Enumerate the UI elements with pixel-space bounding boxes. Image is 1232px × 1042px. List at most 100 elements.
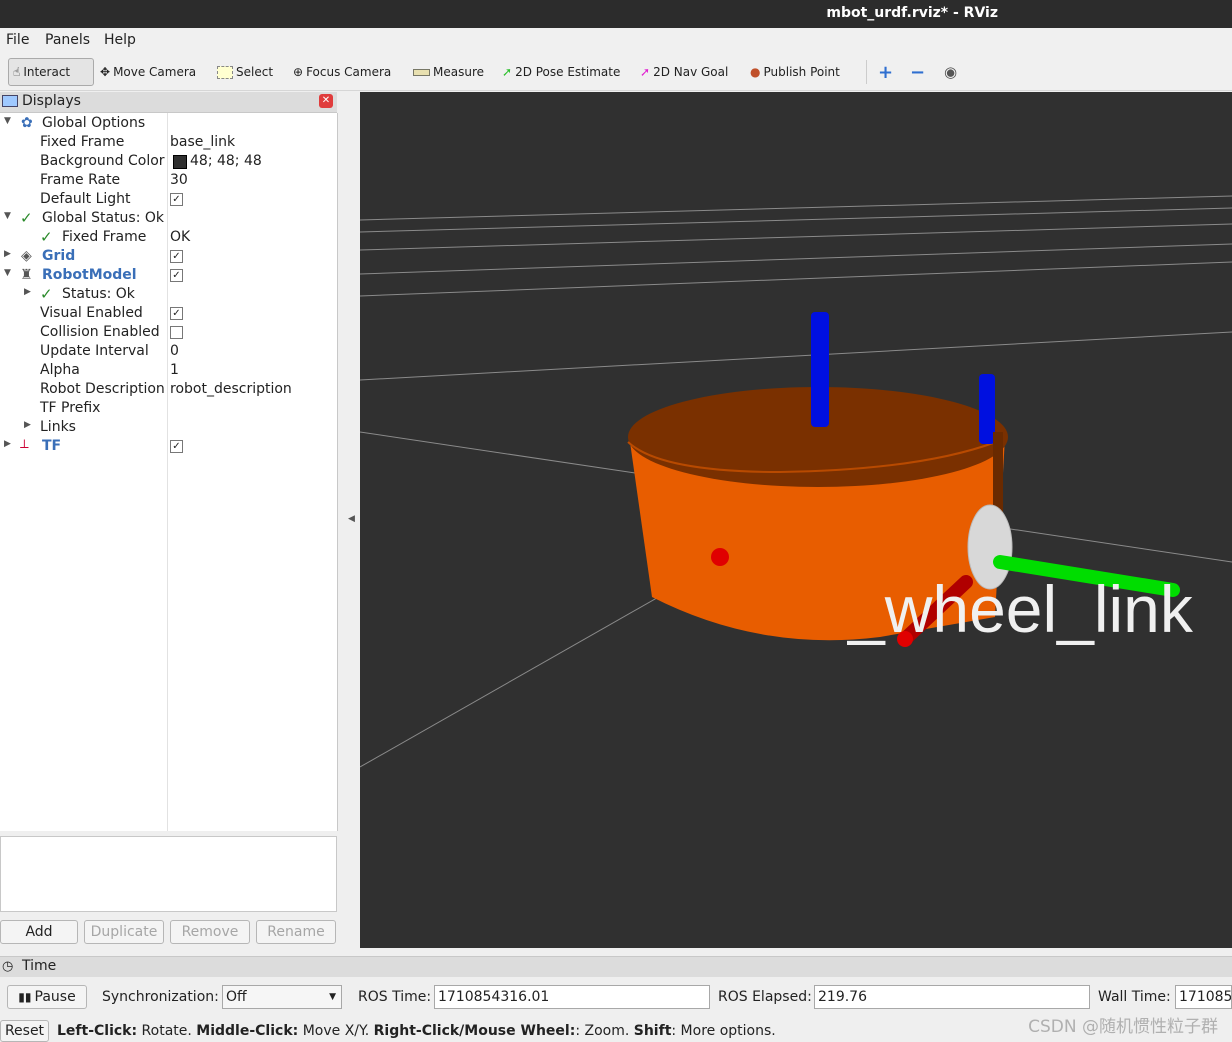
window-title: mbot_urdf.rviz* - RViz [826, 5, 998, 21]
axes-icon: ⟂ [20, 437, 29, 452]
tree-row-default-light[interactable]: Default Light ✓ [0, 191, 337, 210]
tool-label: Focus Camera [306, 65, 392, 79]
focus-camera-tool-button[interactable]: ⊕ Focus Camera [289, 58, 395, 86]
tree-row-value: OK [170, 229, 191, 245]
collapse-arrow-icon[interactable]: ▼ [4, 116, 11, 126]
tree-row-links[interactable]: ▶ Links [0, 419, 337, 438]
menu-help[interactable]: Help [104, 32, 136, 48]
plus-icon[interactable]: + [874, 58, 897, 86]
tree-row-visual-enabled[interactable]: Visual Enabled ✓ [0, 305, 337, 324]
add-button[interactable]: Add [0, 920, 78, 944]
render-viewport[interactable]: _wheel_link [360, 92, 1232, 948]
pose-estimate-tool-button[interactable]: ➚ 2D Pose Estimate [498, 58, 624, 86]
nav-goal-tool-button[interactable]: ➚ 2D Nav Goal [636, 58, 732, 86]
column-divider[interactable] [167, 113, 168, 831]
tree-row-value[interactable]: 0 [170, 343, 179, 359]
tree-row-label: TF [42, 438, 62, 454]
tool-label: Measure [433, 65, 484, 79]
panel-splitter[interactable]: ◀ [338, 92, 360, 948]
check-icon: ✓ [40, 228, 53, 246]
displays-tree: ▼ ✿ Global Options Fixed Frame base_link… [0, 113, 338, 831]
time-panel-header: ◷ Time [0, 956, 1232, 977]
ros-time-field[interactable]: 1710854316.01 [434, 985, 710, 1009]
ros-elapsed-field[interactable]: 219.76 [814, 985, 1090, 1009]
splitter-arrow-icon[interactable]: ◀ [348, 514, 355, 524]
tree-row-alpha[interactable]: Alpha 1 [0, 362, 337, 381]
publish-point-tool-button[interactable]: ● Publish Point [746, 58, 844, 86]
wall-time-field[interactable]: 1710854 [1175, 985, 1232, 1009]
tree-row-update-interval[interactable]: Update Interval 0 [0, 343, 337, 362]
z-axis-bar [979, 374, 995, 444]
move-camera-tool-button[interactable]: ✥ Move Camera [96, 58, 200, 86]
tree-row-value[interactable]: 48; 48; 48 [190, 153, 262, 169]
sync-select[interactable]: Off ▼ [222, 985, 342, 1009]
tree-row-robot-description[interactable]: Robot Description robot_description [0, 381, 337, 400]
pause-label: Pause [34, 989, 76, 1005]
tree-row-label: RobotModel [42, 267, 137, 283]
expand-arrow-icon[interactable]: ▶ [4, 249, 11, 259]
gear-icon: ✿ [21, 115, 33, 131]
measure-tool-button[interactable]: Measure [409, 58, 488, 86]
pause-button[interactable]: ▮▮ Pause [7, 985, 87, 1009]
link-label: _wheel_link [847, 572, 1194, 646]
collision-enabled-checkbox[interactable] [170, 326, 183, 339]
tree-row-label: TF Prefix [40, 400, 101, 416]
window-titlebar: mbot_urdf.rviz* - RViz [0, 0, 1232, 28]
tree-row-value[interactable]: 1 [170, 362, 179, 378]
expand-arrow-icon[interactable]: ▶ [4, 439, 11, 449]
tree-row-global-options[interactable]: ▼ ✿ Global Options [0, 115, 337, 134]
tree-row-label: Grid [42, 248, 76, 264]
scene-svg: _wheel_link [360, 195, 1232, 768]
select-tool-button[interactable]: Select [213, 58, 277, 86]
tool-label: Select [236, 65, 274, 79]
robot-icon: ♜ [20, 267, 33, 283]
rename-button[interactable]: Rename [256, 920, 336, 944]
eye-icon[interactable]: ◉ [940, 58, 961, 86]
duplicate-button[interactable]: Duplicate [84, 920, 164, 944]
hint-text: : Zoom. [575, 1023, 634, 1039]
tree-row-label: Update Interval [40, 343, 149, 359]
grid-checkbox[interactable]: ✓ [170, 250, 183, 263]
tf-checkbox[interactable]: ✓ [170, 440, 183, 453]
tree-row-robotmodel[interactable]: ▼ ♜ RobotModel ✓ [0, 267, 337, 286]
default-light-checkbox[interactable]: ✓ [170, 193, 183, 206]
ros-elapsed-label: ROS Elapsed: [718, 989, 812, 1005]
tree-row-robot-status[interactable]: ▶ ✓ Status: Ok [0, 285, 337, 305]
reset-button[interactable]: Reset [0, 1020, 49, 1042]
tree-row-global-status[interactable]: ▼ ✓ Global Status: Ok [0, 209, 337, 229]
tree-row-fixed-frame-status[interactable]: ✓ Fixed Frame OK [0, 228, 337, 248]
tree-row-frame-rate[interactable]: Frame Rate 30 [0, 172, 337, 191]
tree-row-label: Robot Description [40, 381, 165, 397]
tree-row-background-color[interactable]: Background Color 48; 48; 48 [0, 153, 337, 172]
remove-button[interactable]: Remove [170, 920, 250, 944]
robotmodel-checkbox[interactable]: ✓ [170, 269, 183, 282]
expand-arrow-icon[interactable]: ▶ [24, 287, 31, 297]
visual-enabled-checkbox[interactable]: ✓ [170, 307, 183, 320]
close-icon[interactable]: ✕ [319, 94, 333, 108]
menu-file[interactable]: File [6, 32, 29, 48]
menu-panels[interactable]: Panels [45, 32, 90, 48]
hint-key: Middle-Click: [196, 1023, 299, 1039]
collapse-arrow-icon[interactable]: ▼ [4, 211, 11, 221]
hint-key: Shift [633, 1023, 672, 1039]
focus-crosshair-icon: ⊕ [293, 65, 304, 79]
origin-marker [711, 548, 729, 566]
tree-row-value[interactable]: robot_description [170, 381, 292, 397]
tree-row-tf[interactable]: ▶ ⟂ TF ✓ [0, 437, 337, 457]
tree-row-grid[interactable]: ▶ ◈ Grid ✓ [0, 248, 337, 267]
tree-row-fixed-frame[interactable]: Fixed Frame base_link [0, 134, 337, 153]
tree-row-label: Frame Rate [40, 172, 121, 188]
minus-icon[interactable]: − [906, 58, 929, 86]
z-axis-bar [811, 312, 829, 427]
grid-icon: ◈ [21, 248, 32, 264]
color-swatch[interactable] [173, 155, 187, 169]
tree-row-collision-enabled[interactable]: Collision Enabled [0, 324, 337, 343]
tree-row-value[interactable]: base_link [170, 134, 235, 150]
interact-tool-button[interactable]: ☝ Interact [8, 58, 94, 86]
time-title: Time [22, 958, 57, 974]
expand-arrow-icon[interactable]: ▶ [24, 420, 31, 430]
move-arrows-icon: ✥ [100, 65, 111, 79]
collapse-arrow-icon[interactable]: ▼ [4, 268, 11, 278]
tree-row-value[interactable]: 30 [170, 172, 188, 188]
tree-row-tf-prefix[interactable]: TF Prefix [0, 400, 337, 419]
